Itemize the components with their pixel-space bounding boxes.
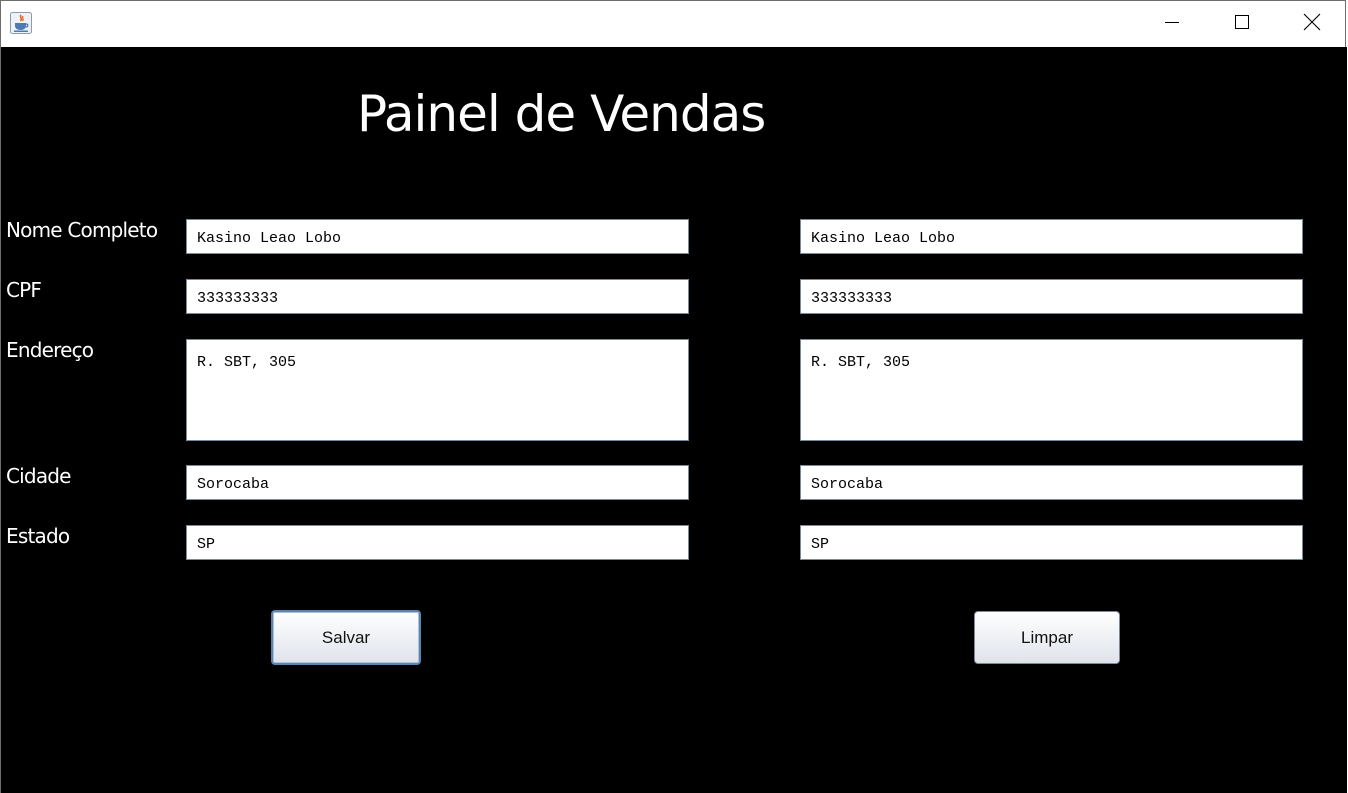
- cidade-field[interactable]: Sorocaba: [186, 465, 689, 500]
- nome-completo-output[interactable]: Kasino Leao Lobo: [800, 219, 1303, 254]
- java-cup-icon[interactable]: [10, 12, 32, 34]
- endereco-output[interactable]: R. SBT, 305: [800, 339, 1303, 441]
- app-window: Painel de Vendas Nome Completo CPF Ender…: [0, 0, 1347, 793]
- close-icon: [1303, 13, 1321, 35]
- sales-panel: Painel de Vendas Nome Completo CPF Ender…: [1, 47, 1347, 793]
- estado-output[interactable]: SP: [800, 525, 1303, 560]
- close-button[interactable]: [1277, 1, 1347, 47]
- salvar-button[interactable]: Salvar: [271, 610, 421, 665]
- label-nome-completo: Nome Completo: [6, 218, 158, 242]
- endereco-textarea[interactable]: R. SBT, 305: [186, 339, 689, 441]
- cpf-field[interactable]: 333333333: [186, 279, 689, 314]
- label-cidade: Cidade: [6, 464, 71, 488]
- panel-title: Painel de Vendas: [357, 85, 766, 143]
- maximize-button[interactable]: [1207, 1, 1277, 47]
- maximize-icon: [1234, 14, 1250, 34]
- label-estado: Estado: [6, 524, 70, 548]
- label-endereco: Endereço: [6, 338, 94, 362]
- minimize-button[interactable]: [1137, 1, 1207, 47]
- label-cpf: CPF: [6, 278, 42, 302]
- title-bar[interactable]: [1, 1, 1345, 47]
- cpf-output[interactable]: 333333333: [800, 279, 1303, 314]
- minimize-icon: [1164, 14, 1180, 34]
- cidade-output[interactable]: Sorocaba: [800, 465, 1303, 500]
- estado-field[interactable]: SP: [186, 525, 689, 560]
- limpar-button[interactable]: Limpar: [974, 611, 1120, 664]
- nome-completo-field[interactable]: Kasino Leao Lobo: [186, 219, 689, 254]
